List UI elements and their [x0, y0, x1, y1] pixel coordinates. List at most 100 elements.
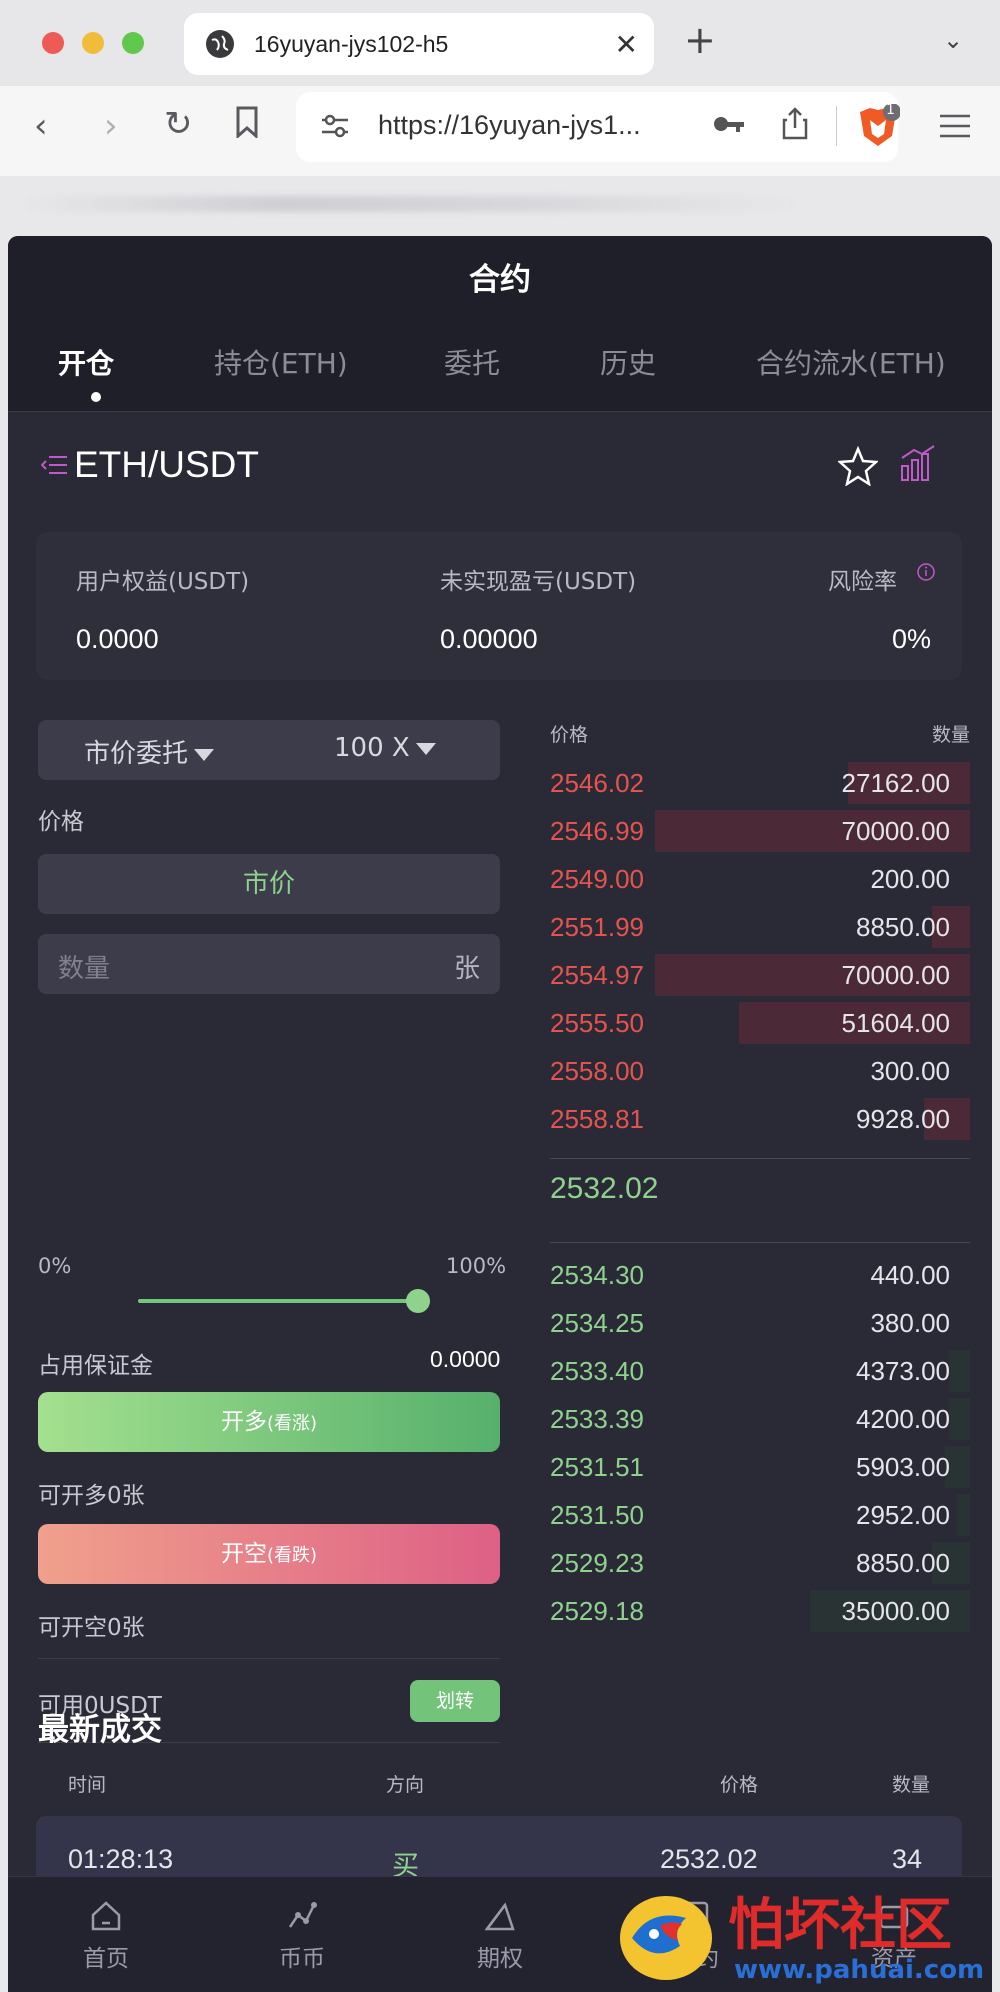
bid-row[interactable]: 2529.18 35000.00 [550, 1588, 970, 1634]
bid-qty: 440.00 [870, 1260, 950, 1290]
nav-options[interactable]: 期权 [440, 1877, 560, 1992]
bookmark-icon[interactable] [234, 106, 260, 147]
tab-history[interactable]: 历史 [600, 342, 656, 382]
nav-spot-label: 币币 [279, 1946, 325, 1972]
share-icon[interactable] [782, 106, 808, 144]
price-label: 价格 [38, 809, 84, 835]
bid-row[interactable]: 2531.51 5903.00 [550, 1444, 970, 1490]
reload-icon[interactable]: ↻ [164, 104, 193, 144]
tab-title: 16yuyan-jys102-h5 [254, 30, 449, 57]
ask-price: 2549.00 [550, 864, 644, 894]
order-type-selector[interactable]: 市价委托 100 X [38, 720, 500, 780]
browser-tab[interactable]: 16yuyan-jys102-h5 ✕ [184, 13, 654, 75]
equity-value: 0.0000 [76, 624, 159, 654]
bid-qty: 4373.00 [856, 1356, 950, 1386]
info-icon[interactable] [916, 562, 936, 586]
brave-shields-icon[interactable]: 1 [856, 102, 901, 154]
bid-price: 2534.25 [550, 1308, 644, 1338]
browser-titlebar: 16yuyan-jys102-h5 ✕ + ⌄ [0, 0, 1000, 86]
bid-price: 2533.40 [550, 1356, 644, 1386]
transfer-button[interactable]: 划转 [410, 1680, 500, 1722]
ask-row[interactable]: 2558.81 9928.00 [550, 1096, 970, 1142]
bid-row[interactable]: 2531.50 2952.00 [550, 1492, 970, 1538]
market-price-field[interactable]: 市价 [38, 854, 500, 914]
chart-icon[interactable] [900, 444, 936, 486]
trade-qty: 34 [892, 1844, 923, 1874]
open-long-button[interactable]: 开多(看涨) [38, 1392, 500, 1452]
bid-row[interactable]: 2534.30 440.00 [550, 1252, 970, 1298]
bid-qty: 8850.00 [856, 1548, 950, 1578]
nav-home[interactable]: 首页 [46, 1877, 166, 1992]
zoom-window-button[interactable] [122, 32, 144, 54]
tab-list-chevron-icon[interactable]: ⌄ [943, 26, 963, 54]
can-open-long: 可开多0张 [38, 1483, 145, 1509]
back-icon[interactable]: ‹ [34, 106, 48, 146]
tab-positions[interactable]: 持仓(ETH) [214, 342, 348, 382]
ask-row[interactable]: 2558.00 300.00 [550, 1048, 970, 1094]
latest-trades-title: 最新成交 [38, 1712, 162, 1748]
quantity-unit: 张 [453, 954, 480, 984]
pnl-label: 未实现盈亏(USDT) [440, 569, 637, 595]
quantity-input[interactable]: 数量 张 [38, 934, 500, 994]
ask-row[interactable]: 2546.99 70000.00 [550, 808, 970, 854]
open-short-sub: (看跌) [266, 1545, 318, 1566]
leverage-select[interactable]: 100 X [334, 733, 436, 763]
bid-price: 2529.18 [550, 1596, 644, 1626]
last-price: 2532.02 [550, 1172, 659, 1205]
close-tab-icon[interactable]: ✕ [615, 28, 638, 61]
home-icon [89, 1899, 123, 1933]
percent-min: 0% [38, 1254, 72, 1278]
forward-icon[interactable]: › [104, 106, 118, 146]
margin-value: 0.0000 [430, 1346, 501, 1372]
bid-row[interactable]: 2534.25 380.00 [550, 1300, 970, 1346]
book-divider-bottom [550, 1242, 970, 1243]
ask-row[interactable]: 2554.97 70000.00 [550, 952, 970, 998]
contract-tabs: 开仓 持仓(ETH) 委托 历史 合约流水(ETH) [8, 312, 992, 412]
nav-spot[interactable]: 币币 [242, 1877, 362, 1992]
ask-qty: 51604.00 [841, 1008, 950, 1038]
bid-qty: 4200.00 [856, 1404, 950, 1434]
options-icon [483, 1899, 517, 1933]
tab-orders[interactable]: 委托 [444, 342, 500, 382]
order-type-label: 市价委托 [84, 739, 189, 769]
new-tab-icon[interactable]: + [684, 18, 716, 62]
site-settings-icon[interactable] [320, 112, 350, 144]
close-window-button[interactable] [42, 32, 64, 54]
password-key-icon[interactable] [712, 112, 746, 140]
margin-label: 占用保证金 [38, 1353, 153, 1379]
ask-row[interactable]: 2551.99 8850.00 [550, 904, 970, 950]
book-price-header: 价格 [550, 724, 589, 746]
order-type-select[interactable]: 市价委托 [84, 733, 215, 770]
ask-qty: 8850.00 [856, 912, 950, 942]
percent-slider-handle[interactable] [406, 1289, 430, 1313]
pair-name[interactable]: ETH/USDT [74, 444, 259, 486]
app-header: 合约 [8, 236, 992, 312]
open-long-sub: (看涨) [266, 1413, 318, 1434]
risk-label: 风险率 [828, 569, 897, 595]
bid-row[interactable]: 2533.39 4200.00 [550, 1396, 970, 1442]
tab-open[interactable]: 开仓 [58, 342, 114, 382]
ask-price: 2554.97 [550, 960, 644, 990]
ask-row[interactable]: 2546.02 27162.00 [550, 760, 970, 806]
percent-slider-track[interactable] [138, 1299, 418, 1303]
ask-row[interactable]: 2555.50 51604.00 [550, 1000, 970, 1046]
favorite-star-icon[interactable] [836, 445, 880, 490]
menu-icon[interactable] [940, 108, 970, 148]
ask-qty: 70000.00 [841, 960, 950, 990]
open-short-label: 开空 [220, 1541, 267, 1567]
pair-list-icon[interactable] [40, 454, 67, 476]
risk-value: 0% [892, 624, 932, 654]
ask-price: 2558.81 [550, 1104, 644, 1134]
address-bar[interactable]: https://16yuyan-jys1... 1 [296, 92, 901, 162]
bid-row[interactable]: 2529.23 8850.00 [550, 1540, 970, 1586]
ask-row[interactable]: 2549.00 200.00 [550, 856, 970, 902]
tab-contract-flow[interactable]: 合约流水(ETH) [756, 342, 946, 382]
minimize-window-button[interactable] [82, 32, 104, 54]
bid-price: 2531.50 [550, 1500, 644, 1530]
open-short-button[interactable]: 开空(看跌) [38, 1524, 500, 1584]
trade-time: 01:28:13 [68, 1844, 174, 1874]
book-divider-top [550, 1158, 970, 1159]
bid-row[interactable]: 2533.40 4373.00 [550, 1348, 970, 1394]
ask-qty: 70000.00 [841, 816, 950, 846]
bid-qty: 35000.00 [841, 1596, 950, 1626]
